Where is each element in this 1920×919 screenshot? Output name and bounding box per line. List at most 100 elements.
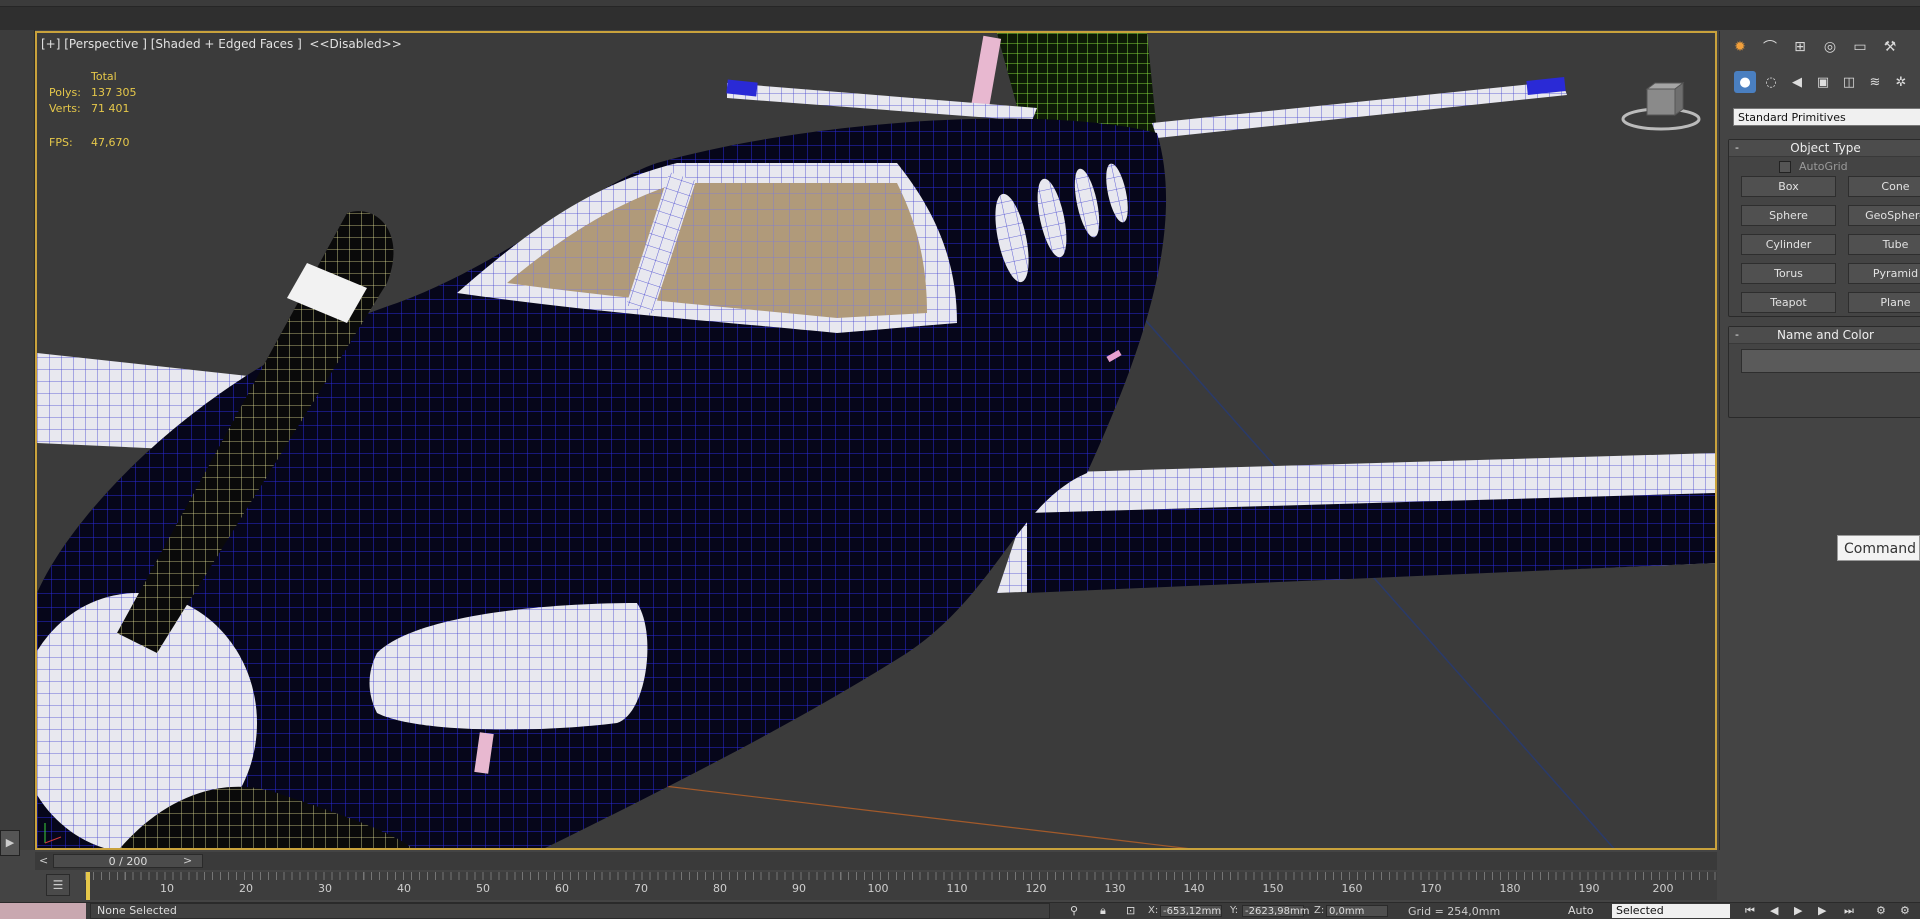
command-panel-tabs: ✹ ⌒ ⊞ ◎ ▭ ⚒ (1728, 35, 1902, 59)
display-tab-icon[interactable]: ▭ (1848, 35, 1872, 59)
motion-tab-icon[interactable]: ◎ (1818, 35, 1842, 59)
tick-label: 120 (1025, 882, 1047, 895)
y-label: Y: (1230, 905, 1239, 916)
key-mode-icon[interactable]: ⚙ (1876, 904, 1886, 917)
x-coordinate-field[interactable]: -653,12mm (1160, 905, 1222, 917)
collapse-icon[interactable]: - (1735, 140, 1739, 156)
systems-icon[interactable]: ✲ (1890, 71, 1912, 93)
x-label: X: (1148, 905, 1159, 916)
top-toolbar-strip (0, 0, 1920, 30)
time-config-icon[interactable]: ⚙ (1900, 904, 1910, 917)
object-name-field[interactable] (1741, 349, 1920, 373)
tick-label: 180 (1499, 882, 1521, 895)
previous-frame-icon[interactable]: ◀ (1770, 904, 1778, 917)
tick-label: 50 (476, 882, 490, 895)
tick-label: 100 (867, 882, 889, 895)
collapse-icon[interactable]: - (1735, 327, 1739, 343)
stats-fps-label: FPS: (49, 136, 73, 149)
time-slider[interactable]: < 0 / 200 > (35, 852, 1717, 870)
teapot-button[interactable]: Teapot (1741, 292, 1836, 313)
plane-button[interactable]: Plane (1848, 292, 1920, 313)
tick-label: 140 (1183, 882, 1205, 895)
tick-label: 190 (1578, 882, 1600, 895)
cameras-icon[interactable]: ▣ (1812, 71, 1834, 93)
stats-polys-label: Polys: (49, 86, 81, 99)
time-prev-button[interactable]: < (39, 852, 48, 870)
tick-label: 200 (1652, 882, 1674, 895)
name-and-color-header[interactable]: - Name and Color (1729, 327, 1920, 344)
isolate-icon[interactable]: ⚲ (1070, 904, 1078, 917)
lock-icon[interactable]: 🔒︎ (1100, 904, 1106, 918)
transform-mode-icon[interactable]: ⊡ (1126, 904, 1135, 917)
name-and-color-rollout: - Name and Color (1728, 326, 1920, 418)
airplane-wireframe-model (37, 33, 1715, 848)
utilities-hammer-icon[interactable]: ⚒ (1878, 35, 1902, 59)
left-toolbar-strip: ▶ (0, 30, 35, 856)
perspective-viewport[interactable]: [+] [Perspective ] [Shaded + Edged Faces… (35, 31, 1717, 850)
command-panel: ✹ ⌒ ⊞ ◎ ▭ ⚒ ● ◌ ◀ ▣ ◫ ≋ ✲ Standard Primi… (1719, 31, 1920, 850)
modify-tab-curve-icon[interactable]: ⌒ (1758, 35, 1782, 59)
create-category-tabs: ● ◌ ◀ ▣ ◫ ≋ ✲ (1734, 71, 1912, 93)
track-ticks (85, 872, 1717, 880)
tick-label: 20 (239, 882, 253, 895)
box-button[interactable]: Box (1741, 176, 1836, 197)
track-bar[interactable]: 10 20 30 40 50 60 70 80 90 100 110 120 1… (85, 872, 1717, 900)
z-coordinate-field[interactable]: 0,0mm (1326, 905, 1388, 917)
tick-label: 170 (1420, 882, 1442, 895)
tick-label: 60 (555, 882, 569, 895)
checkbox-icon[interactable] (1779, 160, 1791, 173)
primitive-category-dropdown[interactable]: Standard Primitives (1733, 108, 1920, 126)
helpers-icon[interactable]: ◫ (1838, 71, 1860, 93)
tick-label: 70 (634, 882, 648, 895)
tube-button[interactable]: Tube (1848, 234, 1920, 255)
lights-icon[interactable]: ◀ (1786, 71, 1808, 93)
autogrid-checkbox[interactable]: AutoGrid (1779, 160, 1848, 173)
geosphere-button[interactable]: GeoSphere (1848, 205, 1920, 226)
tick-label: 40 (397, 882, 411, 895)
key-filter-dropdown[interactable]: Selected (1612, 904, 1730, 918)
create-tab-sun-icon[interactable]: ✹ (1728, 35, 1752, 59)
auto-key-button[interactable]: Auto (1568, 904, 1594, 917)
tick-label: 30 (318, 882, 332, 895)
selection-status: None Selected (90, 903, 1050, 919)
frame-display[interactable]: 0 / 200 (53, 854, 203, 868)
cylinder-button[interactable]: Cylinder (1741, 234, 1836, 255)
tick-label: 90 (792, 882, 806, 895)
viewcube-icon[interactable] (1621, 73, 1701, 133)
maxscript-listener[interactable] (0, 903, 86, 919)
ribbon-tab-bar (0, 0, 1920, 7)
command-tooltip: Command (1837, 535, 1920, 561)
grid-size: Grid = 254,0mm (1408, 905, 1501, 918)
sphere-button[interactable]: Sphere (1741, 205, 1836, 226)
tick-label: 150 (1262, 882, 1284, 895)
stats-polys-value: 137 305 (91, 86, 137, 99)
shapes-icon[interactable]: ◌ (1760, 71, 1782, 93)
tick-label: 130 (1104, 882, 1126, 895)
status-bar: None Selected ⚲ 🔒︎ ⊡ X: -653,12mm Y: -26… (0, 902, 1920, 919)
geometry-sphere-icon[interactable]: ● (1734, 71, 1756, 93)
next-frame-icon[interactable]: ▶ (1818, 904, 1826, 917)
name-and-color-title: Name and Color (1777, 328, 1874, 342)
tick-label: 10 (160, 882, 174, 895)
y-coordinate-field[interactable]: -2623,98mm (1242, 905, 1309, 917)
viewport-label[interactable]: [+] [Perspective ] [Shaded + Edged Faces… (41, 37, 402, 51)
torus-button[interactable]: Torus (1741, 263, 1836, 284)
autogrid-label: AutoGrid (1799, 160, 1848, 173)
time-next-button[interactable]: > (183, 852, 192, 870)
hierarchy-tab-icon[interactable]: ⊞ (1788, 35, 1812, 59)
spacewarps-icon[interactable]: ≋ (1864, 71, 1886, 93)
viewport-statistics: Total Polys: 137 305 Verts: 71 401 FPS: 47,… (49, 69, 137, 151)
object-type-rollout: - Object Type AutoGrid Box Cone Sphere G… (1728, 139, 1920, 317)
cone-button[interactable]: Cone (1848, 176, 1920, 197)
go-to-start-icon[interactable]: ⏮ (1745, 904, 1755, 918)
stats-fps-value: 47,670 (91, 136, 130, 149)
stats-verts-value: 71 401 (91, 102, 130, 115)
go-to-end-icon[interactable]: ⏭ (1844, 904, 1854, 918)
play-animation-icon[interactable]: ▶ (1794, 904, 1802, 917)
object-type-header[interactable]: - Object Type (1729, 140, 1920, 157)
tick-label: 160 (1341, 882, 1363, 895)
time-cursor[interactable] (86, 872, 90, 900)
pyramid-button[interactable]: Pyramid (1848, 263, 1920, 284)
mini-curve-editor-icon[interactable]: ☰ (46, 874, 70, 896)
play-icon[interactable]: ▶ (0, 830, 20, 856)
